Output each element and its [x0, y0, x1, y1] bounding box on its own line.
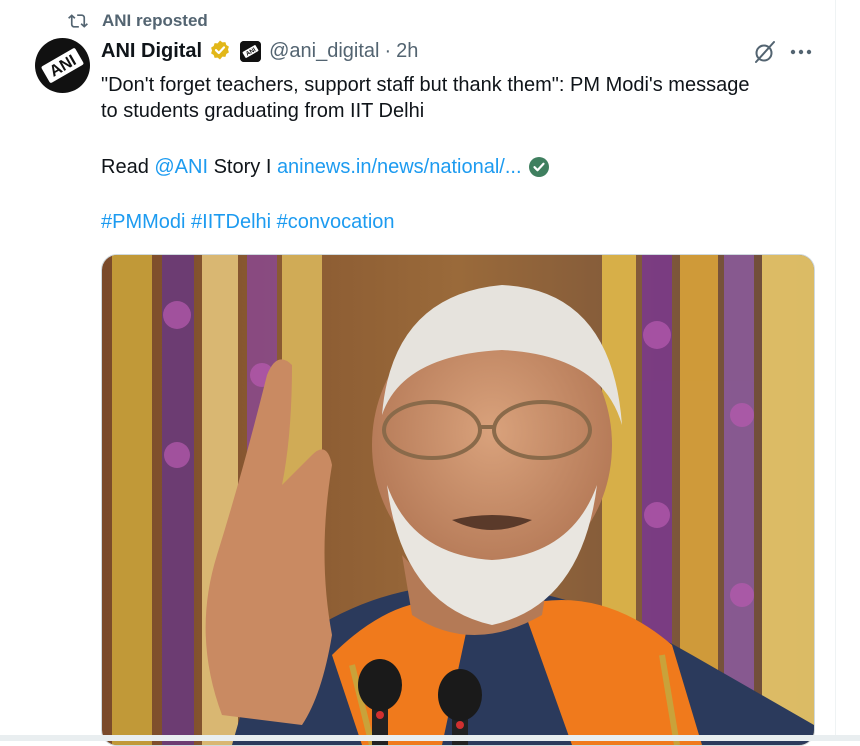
read-story-line: Read @ANI Story I aninews.in/news/nation… — [101, 154, 550, 180]
grok-button[interactable] — [751, 38, 779, 66]
post-image[interactable] — [101, 254, 815, 746]
post-text-line-1: "Don't forget teachers, support staff bu… — [101, 74, 750, 96]
verified-badge-icon[interactable] — [208, 39, 232, 63]
mention-link[interactable]: @ANI — [154, 154, 208, 180]
read-prefix: Read — [101, 156, 155, 178]
more-options-button[interactable] — [787, 38, 815, 66]
post-text-line-2: to students graduating from IIT Delhi — [101, 100, 425, 122]
affiliate-badge-icon[interactable]: ANI — [240, 40, 262, 62]
author-name[interactable]: ANI Digital — [101, 40, 202, 63]
story-text: Story I — [208, 156, 277, 178]
hashtag-link[interactable]: #convocation — [277, 211, 395, 233]
hashtag-link[interactable]: #IITDelhi — [191, 211, 271, 233]
post-text: "Don't forget teachers, support staff bu… — [101, 72, 821, 124]
post-header: ANI Digital ANI @ani_digital · 2h — [101, 38, 418, 64]
timeline-border — [835, 0, 836, 741]
hashtag-link[interactable]: #PMModi — [101, 211, 185, 233]
grok-icon — [755, 41, 775, 63]
avatar[interactable]: ANI — [35, 38, 90, 93]
repost-header: ANI reposted — [68, 10, 208, 32]
hashtags: #PMModi #IITDelhi #convocation — [101, 209, 395, 235]
news-url-link[interactable]: aninews.in/news/national/... — [277, 154, 522, 180]
author-handle[interactable]: @ani_digital — [269, 40, 379, 63]
repost-icon — [68, 14, 88, 28]
more-icon — [790, 49, 812, 55]
repost-label[interactable]: ANI reposted — [102, 11, 208, 31]
bottom-bar — [0, 735, 860, 741]
post-timestamp[interactable]: 2h — [396, 40, 418, 63]
separator-dot: · — [384, 39, 392, 62]
check-circle-icon — [528, 157, 549, 177]
